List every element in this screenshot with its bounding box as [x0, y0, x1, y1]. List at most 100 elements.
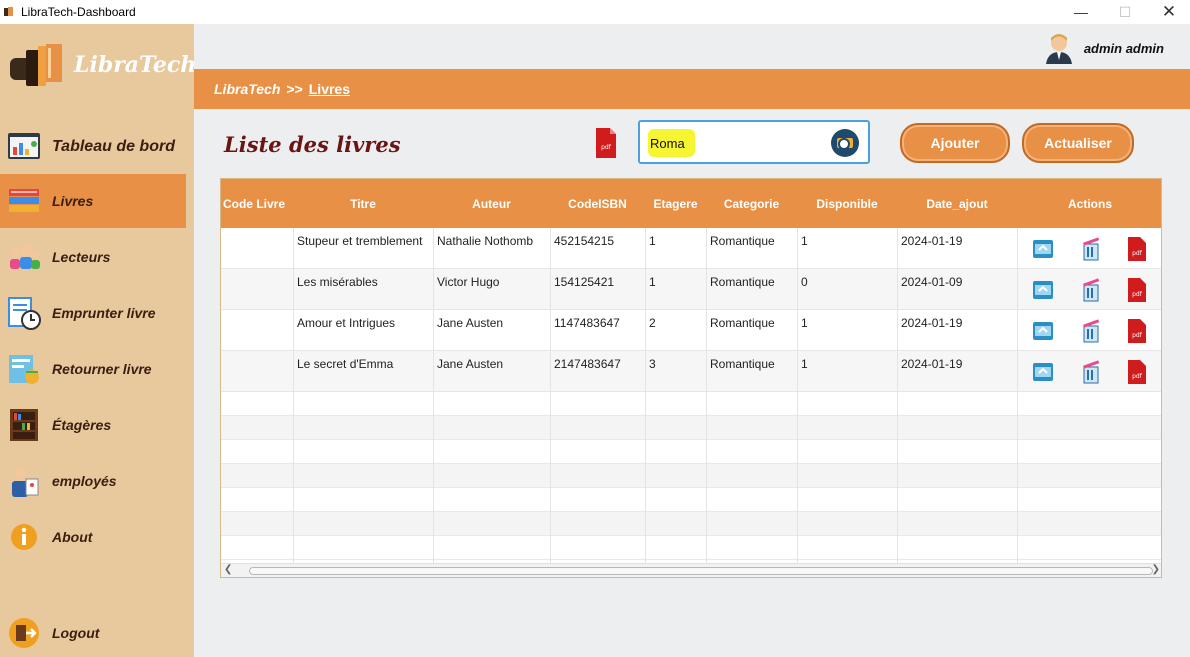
refresh-button[interactable]: Actualiser	[1022, 123, 1134, 163]
scroll-right-icon[interactable]: ❯	[1152, 564, 1160, 575]
cell-date: 2024-01-09	[901, 275, 963, 289]
dashboard-icon	[8, 133, 40, 159]
pdf-icon[interactable]: pdf	[1125, 359, 1149, 385]
column-header[interactable]: Auteur	[433, 179, 550, 228]
delete-icon[interactable]	[1079, 318, 1103, 344]
delete-icon[interactable]	[1079, 359, 1103, 385]
breadcrumb-root[interactable]: LibraTech	[214, 81, 280, 97]
cell-shelf: 1	[649, 275, 656, 289]
window-title: LibraTech-Dashboard	[21, 5, 136, 19]
horizontal-scrollbar[interactable]: ❮ ❯	[221, 563, 1161, 577]
close-button[interactable]: ✕	[1146, 0, 1190, 24]
sidebar-item-lecteurs[interactable]: Lecteurs	[0, 230, 186, 284]
brand-logo: LibraTech	[8, 42, 196, 92]
borrow-icon	[8, 297, 41, 330]
column-header[interactable]: CodeISBN	[550, 179, 645, 228]
cell-date: 2024-01-19	[901, 316, 963, 330]
sidebar-item-livres[interactable]: Livres	[0, 174, 186, 228]
edit-icon[interactable]	[1031, 318, 1055, 344]
column-header[interactable]: Disponible	[797, 179, 897, 228]
sidebar-item-about[interactable]: About	[0, 510, 186, 564]
empty-row	[221, 464, 1161, 488]
sidebar-item-label: About	[52, 529, 93, 545]
empty-row	[221, 392, 1161, 416]
scrollbar-thumb[interactable]	[249, 567, 1153, 575]
cell-author: Nathalie Nothomb	[437, 234, 534, 248]
scroll-left-icon[interactable]: ❮	[224, 564, 232, 575]
empty-row	[221, 512, 1161, 536]
add-button[interactable]: Ajouter	[900, 123, 1010, 163]
books-icon	[9, 189, 39, 212]
sidebar-item-label: Tableau de bord	[52, 138, 175, 155]
edit-icon[interactable]	[1031, 277, 1055, 303]
cell-title: Le secret d'Emma	[297, 357, 394, 371]
cell-available: 0	[801, 275, 808, 289]
breadcrumb-current[interactable]: Livres	[309, 81, 350, 97]
table-row[interactable]: Stupeur et tremblement Nathalie Nothomb …	[221, 228, 1161, 269]
column-divider	[1017, 228, 1018, 563]
column-header[interactable]: Actions	[1017, 179, 1161, 228]
cell-author: Victor Hugo	[437, 275, 500, 289]
column-header[interactable]: Categorie	[706, 179, 797, 228]
sidebar-item-emprunter-livre[interactable]: Emprunter livre	[0, 286, 186, 340]
empty-row	[221, 536, 1161, 560]
cell-title: Les misérables	[297, 275, 378, 289]
sidebar-item-label: Lecteurs	[52, 249, 111, 265]
cell-code	[221, 269, 293, 310]
svg-text:pdf: pdf	[1132, 250, 1143, 257]
sidebar-item-logout[interactable]: Logout	[0, 606, 186, 657]
table-row[interactable]: Le secret d'Emma Jane Austen 2147483647 …	[221, 351, 1161, 392]
readers-icon	[10, 244, 40, 269]
column-header[interactable]: Etagere	[645, 179, 706, 228]
cell-available: 1	[801, 316, 808, 330]
column-divider	[897, 228, 898, 563]
logo-icon	[10, 44, 62, 86]
cell-category: Romantique	[710, 234, 775, 248]
edit-icon[interactable]	[1031, 359, 1055, 385]
pdf-icon[interactable]: pdf	[1125, 318, 1149, 344]
table-row[interactable]: Les misérables Victor Hugo 154125421 1 R…	[221, 269, 1161, 310]
column-divider	[293, 228, 294, 563]
delete-icon[interactable]	[1079, 236, 1103, 262]
cell-shelf: 2	[649, 316, 656, 330]
sidebar-item-etageres[interactable]: Étagères	[0, 398, 186, 452]
cell-code	[221, 228, 293, 269]
delete-icon[interactable]	[1079, 277, 1103, 303]
sidebar-item-employes[interactable]: employés	[0, 454, 186, 508]
table-row[interactable]: Amour et Intrigues Jane Austen 114748364…	[221, 310, 1161, 351]
return-icon	[9, 355, 39, 384]
sidebar-item-tableau-de-bord[interactable]: Tableau de bord	[0, 120, 186, 174]
column-divider	[797, 228, 798, 563]
cell-category: Romantique	[710, 357, 775, 371]
export-pdf-icon[interactable]: pdf	[594, 127, 618, 159]
search-input[interactable]	[650, 134, 820, 152]
books-table: Code Livre Titre Auteur CodeISBN Etagere…	[220, 178, 1162, 578]
column-header[interactable]: Titre	[293, 179, 433, 228]
cell-shelf: 1	[649, 234, 656, 248]
column-divider	[550, 228, 551, 563]
user-menu[interactable]: admin admin	[1044, 32, 1164, 64]
shelves-icon	[10, 409, 38, 441]
sidebar-item-label: Retourner livre	[52, 361, 152, 377]
sidebar-item-retourner-livre[interactable]: Retourner livre	[0, 342, 186, 396]
cell-date: 2024-01-19	[901, 234, 963, 248]
sidebar-item-label: Étagères	[52, 417, 112, 433]
edit-icon[interactable]	[1031, 236, 1055, 262]
cell-category: Romantique	[710, 275, 775, 289]
minimize-button[interactable]: —	[1058, 0, 1104, 24]
empty-row	[221, 488, 1161, 512]
cell-shelf: 3	[649, 357, 656, 371]
maximize-button[interactable]: ☐	[1102, 0, 1148, 24]
page-title: Liste des livres	[224, 132, 401, 157]
column-header[interactable]: Code Livre	[221, 179, 293, 228]
cell-title: Stupeur et tremblement	[297, 234, 423, 248]
pdf-icon[interactable]: pdf	[1125, 277, 1149, 303]
brand-name: LibraTech	[74, 52, 197, 78]
cell-author: Jane Austen	[437, 316, 504, 330]
pdf-icon[interactable]: pdf	[1125, 236, 1149, 262]
logout-icon	[9, 618, 39, 648]
table-header: Code Livre Titre Auteur CodeISBN Etagere…	[221, 179, 1161, 228]
sidebar: LibraTech Tableau de bord Livres Lecteur…	[0, 24, 196, 657]
column-header[interactable]: Date_ajout	[897, 179, 1017, 228]
search-icon[interactable]	[830, 128, 860, 158]
